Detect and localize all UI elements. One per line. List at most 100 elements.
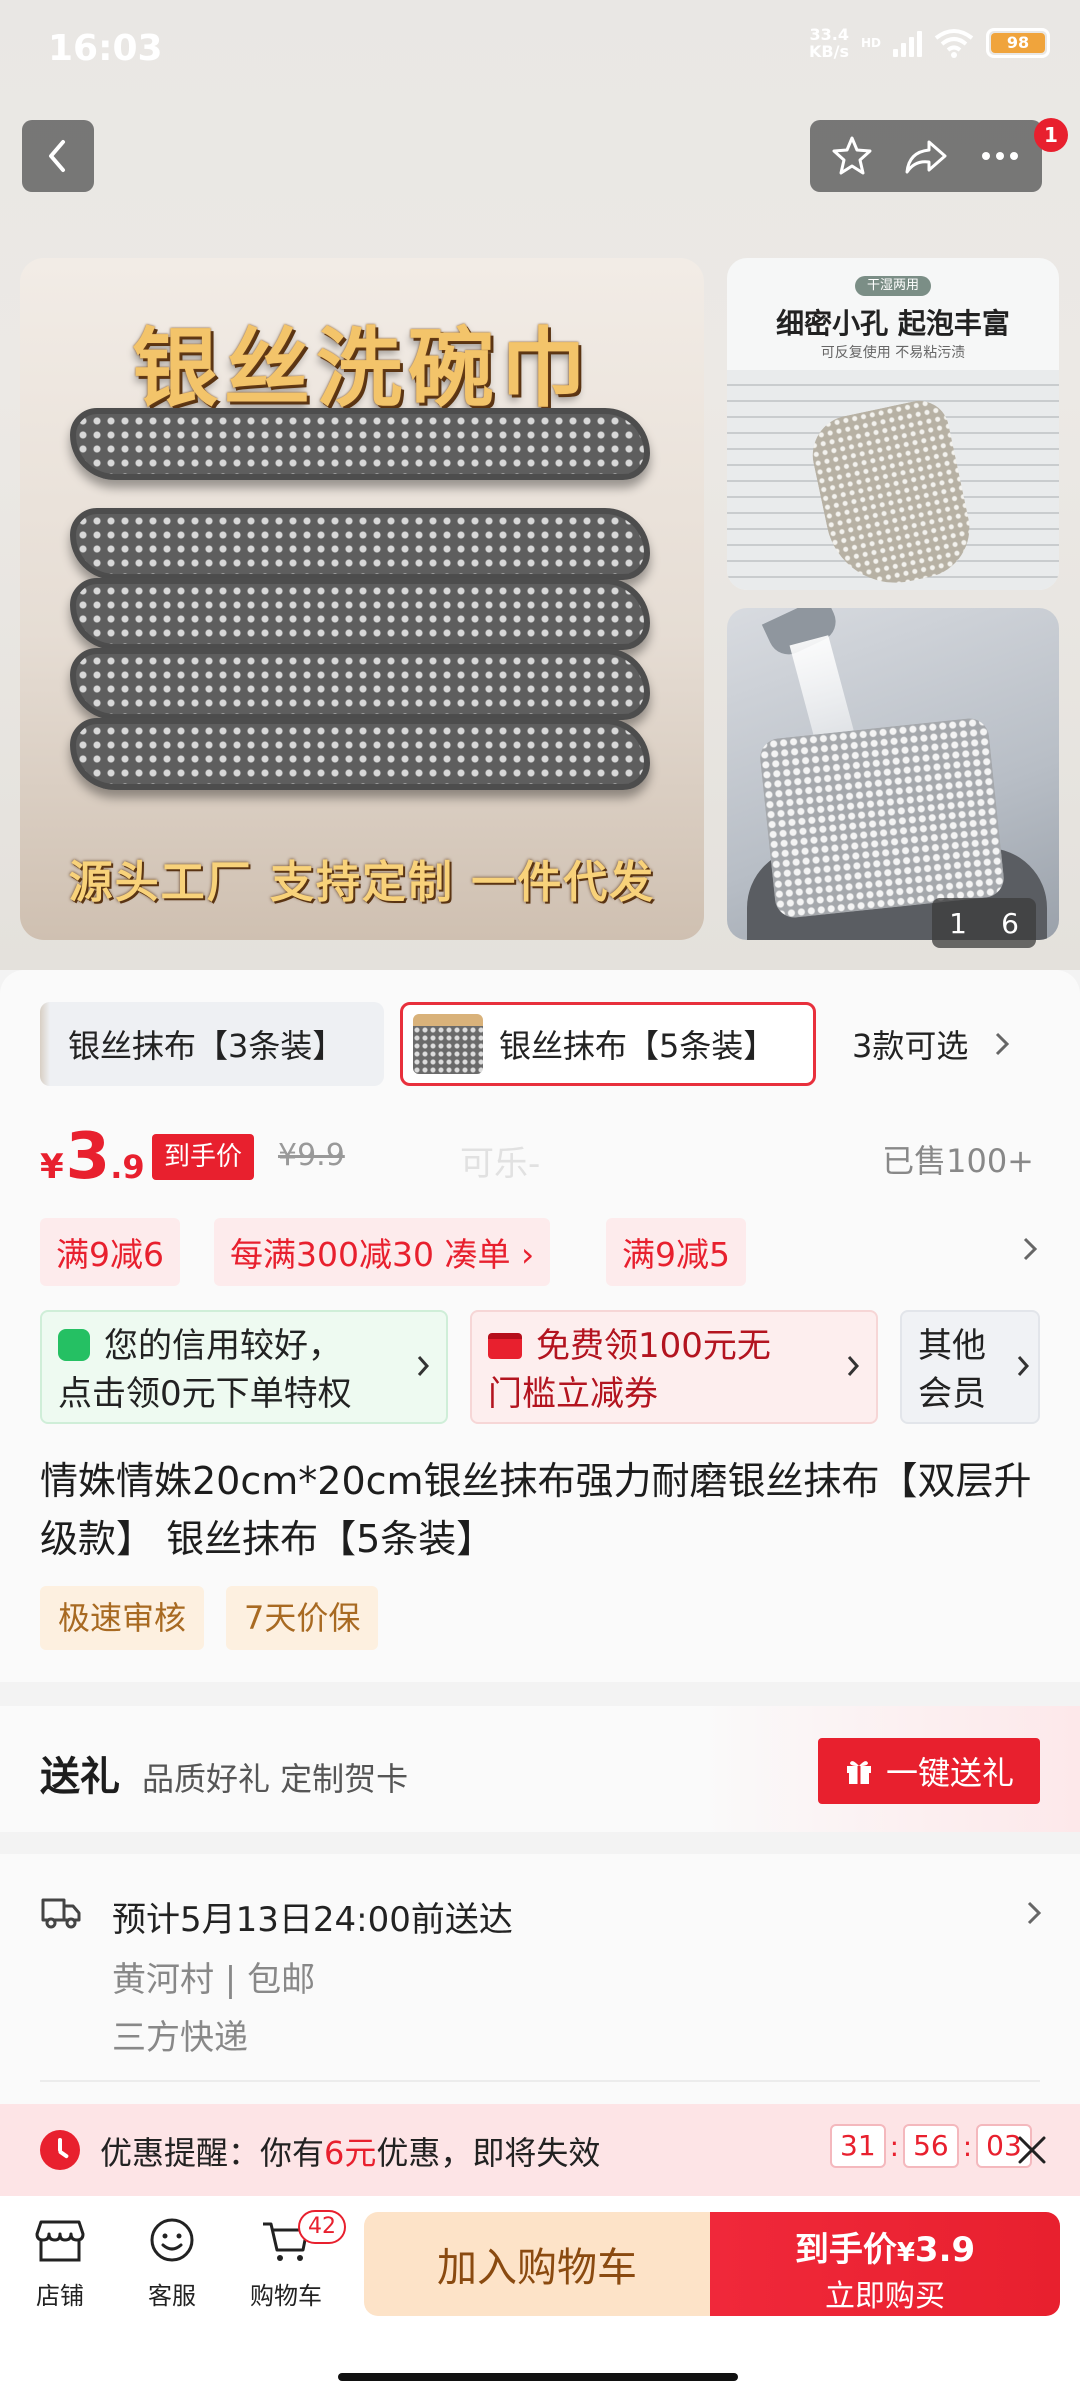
- product-title: 情姝情姝20cm*20cm银丝抹布强力耐磨银丝抹布【双层升级款】 银丝抹布【5条…: [40, 1459, 1032, 1561]
- price-decimal: .9: [110, 1148, 145, 1186]
- close-icon[interactable]: [1014, 2126, 1050, 2174]
- gift-subtitle: 品质好礼 定制贺卡: [142, 1760, 409, 1798]
- countdown-separator: :: [889, 2129, 900, 2163]
- network-type: HD: [860, 35, 881, 50]
- buy-now-label: 立即购买: [825, 2279, 945, 2314]
- battery-level: 98: [991, 33, 1045, 53]
- image-counter: 1 6: [932, 898, 1036, 948]
- cloth-layer: [70, 408, 650, 480]
- service-chips: 极速审核 7天价保: [40, 1586, 379, 1650]
- cart-button[interactable]: 购物车 42: [236, 2210, 346, 2311]
- price-integer: 3: [65, 1120, 111, 1194]
- chevron-right-icon: [847, 1356, 860, 1376]
- coupon-icon: [488, 1333, 522, 1359]
- credit-line-1: 您的信用较好，: [104, 1326, 342, 1366]
- promotions-row[interactable]: 满9减6 每满300减30 凑单 › 满9减5: [40, 1218, 1040, 1288]
- cloth-under-water: [758, 716, 1006, 920]
- chevron-right-icon: [417, 1356, 430, 1376]
- side-image-title: 细密小孔 起泡丰富: [776, 307, 1010, 340]
- sku-more-options[interactable]: 3款可选: [852, 1002, 1010, 1086]
- promo-badge[interactable]: 每满300减30 凑单 ›: [214, 1218, 551, 1286]
- buy-now-price: 到手价¥3.9: [710, 2222, 1060, 2271]
- countdown-hours: 31: [830, 2124, 886, 2168]
- smiley-chat-icon: [150, 2218, 194, 2262]
- side-image-1[interactable]: 干湿两用 细密小孔 起泡丰富 可反复使用 不易粘污渍: [727, 258, 1059, 590]
- price-currency: ¥: [40, 1147, 64, 1187]
- network-speed-value: 33.4: [809, 25, 849, 44]
- status-icons: 33.4 KB/s HD 98: [809, 26, 1050, 60]
- gift-label: 送礼: [40, 1754, 120, 1800]
- signal-icon: [893, 29, 922, 57]
- store-button[interactable]: 店铺: [10, 2216, 110, 2311]
- back-button[interactable]: [22, 120, 94, 192]
- side-image-pill: 干湿两用: [855, 276, 931, 296]
- sku-thumbnail: [413, 1014, 483, 1074]
- home-indicator[interactable]: [338, 2373, 738, 2381]
- cloth-layer: [70, 648, 650, 720]
- promo-badge[interactable]: 满9减6: [40, 1218, 180, 1286]
- side-image-2[interactable]: [727, 608, 1059, 940]
- service-label: 客服: [148, 2282, 196, 2310]
- chevron-right-icon[interactable]: [1022, 1236, 1038, 1262]
- buy-now-currency: ¥: [896, 2238, 915, 2268]
- image-counter-total: 6: [1001, 906, 1019, 940]
- network-speed: 33.4 KB/s: [809, 26, 849, 60]
- benefits-row: 您的信用较好， 点击领0元下单特权 免费领100元无 门槛立减券 其他 会员: [40, 1310, 1040, 1426]
- main-image-title: 银丝洗碗巾: [132, 319, 592, 419]
- promo-badge[interactable]: 满9减5: [606, 1218, 746, 1286]
- coupon-line-1: 免费领100元无: [536, 1326, 771, 1366]
- buy-now-button[interactable]: 到手价¥3.9 立即购买: [710, 2212, 1060, 2316]
- wifi-icon: [934, 29, 974, 58]
- countdown-separator: :: [962, 2129, 973, 2163]
- product-info-card: 银丝抹布【3条装】 银丝抹布【5条装】 3款可选 ¥ 3 .9 到手价 ¥9.9…: [0, 970, 1080, 1682]
- sku-option-label: 银丝抹布【3条装】: [68, 1027, 345, 1065]
- chevron-left-icon: [49, 140, 65, 172]
- send-gift-button[interactable]: 一键送礼: [818, 1738, 1040, 1804]
- status-bar: 16:03 33.4 KB/s HD 98: [0, 0, 1080, 100]
- main-product-image[interactable]: 银丝洗碗巾 源头工厂 支持定制 一件代发: [20, 258, 704, 940]
- coupon-card[interactable]: 免费领100元无 门槛立减券: [470, 1310, 878, 1424]
- gift-section: 送礼 品质好礼 定制贺卡 一键送礼: [0, 1706, 1080, 1832]
- share-icon[interactable]: [903, 134, 949, 178]
- gift-icon: [846, 1761, 871, 1784]
- original-price: ¥9.9: [278, 1138, 345, 1173]
- service-chip[interactable]: 极速审核: [40, 1586, 205, 1650]
- main-image-caption: 源头工厂 支持定制 一件代发: [68, 857, 656, 908]
- cloth-layer: [70, 508, 650, 580]
- cloth-layer: [70, 578, 650, 650]
- other-member-card[interactable]: 其他 会员: [900, 1310, 1040, 1424]
- reminder-suffix: 优惠，即将失效: [376, 2134, 601, 2172]
- network-speed-unit: KB/s: [809, 42, 849, 61]
- service-chip[interactable]: 7天价保: [226, 1586, 379, 1650]
- shopping-bag-icon: [58, 1329, 90, 1361]
- sku-option-5pack-selected[interactable]: 银丝抹布【5条装】: [400, 1002, 816, 1086]
- credit-line-2: 点击领0元下单特权: [58, 1374, 352, 1414]
- more-icon[interactable]: [978, 134, 1022, 178]
- sold-count: 已售100+: [882, 1142, 1034, 1180]
- watermark-text: 可乐-: [460, 1144, 541, 1184]
- header-actions: [810, 120, 1042, 192]
- member-line-1: 其他: [918, 1326, 986, 1366]
- buy-now-price-value: 3.9: [914, 2230, 976, 2270]
- chevron-right-icon: [1017, 1356, 1030, 1376]
- member-line-2: 会员: [918, 1374, 986, 1414]
- clock-icon: [40, 2130, 80, 2170]
- image-counter-current: 1: [949, 906, 967, 940]
- customer-service-button[interactable]: 客服: [122, 2216, 222, 2311]
- add-to-cart-button[interactable]: 加入购物车: [364, 2212, 710, 2316]
- reminder-text: 优惠提醒：你有6元优惠，即将失效: [100, 2128, 600, 2174]
- countdown-minutes: 56: [903, 2124, 959, 2168]
- cart-count-badge: 42: [298, 2210, 346, 2244]
- credit-privilege-card[interactable]: 您的信用较好， 点击领0元下单特权: [40, 1310, 448, 1424]
- sku-more-label: 3款可选: [852, 1027, 969, 1065]
- star-icon[interactable]: [830, 134, 874, 178]
- side-image-subtitle: 可反复使用 不易粘污渍: [820, 345, 966, 361]
- store-label: 店铺: [36, 2282, 84, 2310]
- reminder-amount: 6元: [324, 2134, 377, 2172]
- delivery-carrier: 三方快递: [112, 2018, 248, 2058]
- discount-reminder-bar[interactable]: 优惠提醒：你有6元优惠，即将失效 31 : 56 : 03: [0, 2104, 1080, 2196]
- cart-label: 购物车: [250, 2282, 322, 2310]
- price-row: ¥ 3 .9 到手价 ¥9.9 可乐- 已售100+: [40, 1120, 1040, 1200]
- delivery-section[interactable]: 预计5月13日24:00前送达 黄河村 | 包邮 三方快递: [0, 1854, 1080, 2104]
- sku-option-3pack[interactable]: 银丝抹布【3条装】: [40, 1002, 384, 1086]
